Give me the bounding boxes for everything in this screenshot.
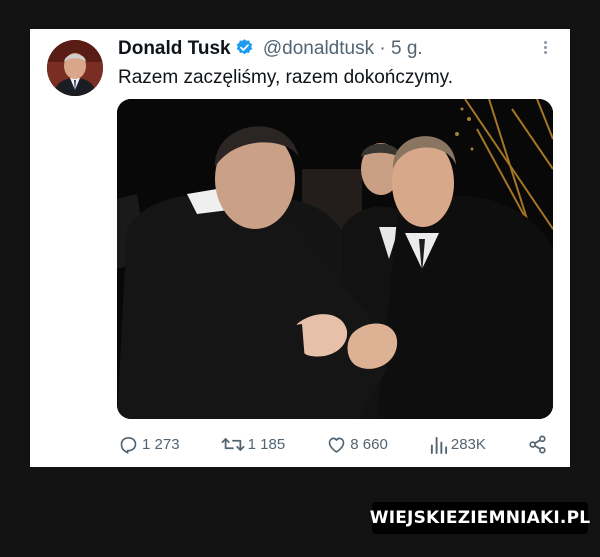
views-count: 283K [450,435,486,453]
reply-count: 1 273 [142,435,180,453]
tweet-card: Donald Tusk @donaldtusk · 5 g. Razem zac… [30,29,570,467]
tweet-timestamp[interactable]: 5 g. [391,38,423,59]
retweet-icon [221,434,245,455]
tweet-text: Razem zaczęliśmy, razem dokończymy. [118,67,454,88]
views-button[interactable]: 283K [429,434,486,455]
avatar-photo [47,40,103,96]
reply-button[interactable]: 1 273 [118,434,180,455]
views-icon [429,434,448,455]
retweet-count: 1 185 [247,435,286,453]
like-button[interactable]: 8 660 [326,434,388,455]
tweet-actions: 1 273 1 185 8 660 283K [118,431,548,457]
verified-badge-icon [235,38,254,64]
like-count: 8 660 [350,435,388,453]
site-watermark: WIEJSKIEZIEMNIAKI.PL [370,502,590,534]
author-name[interactable]: Donald Tusk [118,38,231,59]
more-options-icon[interactable] [542,39,548,59]
author-avatar[interactable] [47,40,103,96]
share-button[interactable] [527,434,548,455]
header-separator: · [379,38,386,59]
tweet-header: Donald Tusk @donaldtusk · 5 g. [118,37,423,64]
reply-icon [118,434,139,455]
retweet-button[interactable]: 1 185 [221,434,286,455]
author-handle[interactable]: @donaldtusk [263,38,374,59]
share-icon [527,434,548,455]
tweet-photo[interactable] [117,99,553,419]
heart-icon [326,434,347,455]
